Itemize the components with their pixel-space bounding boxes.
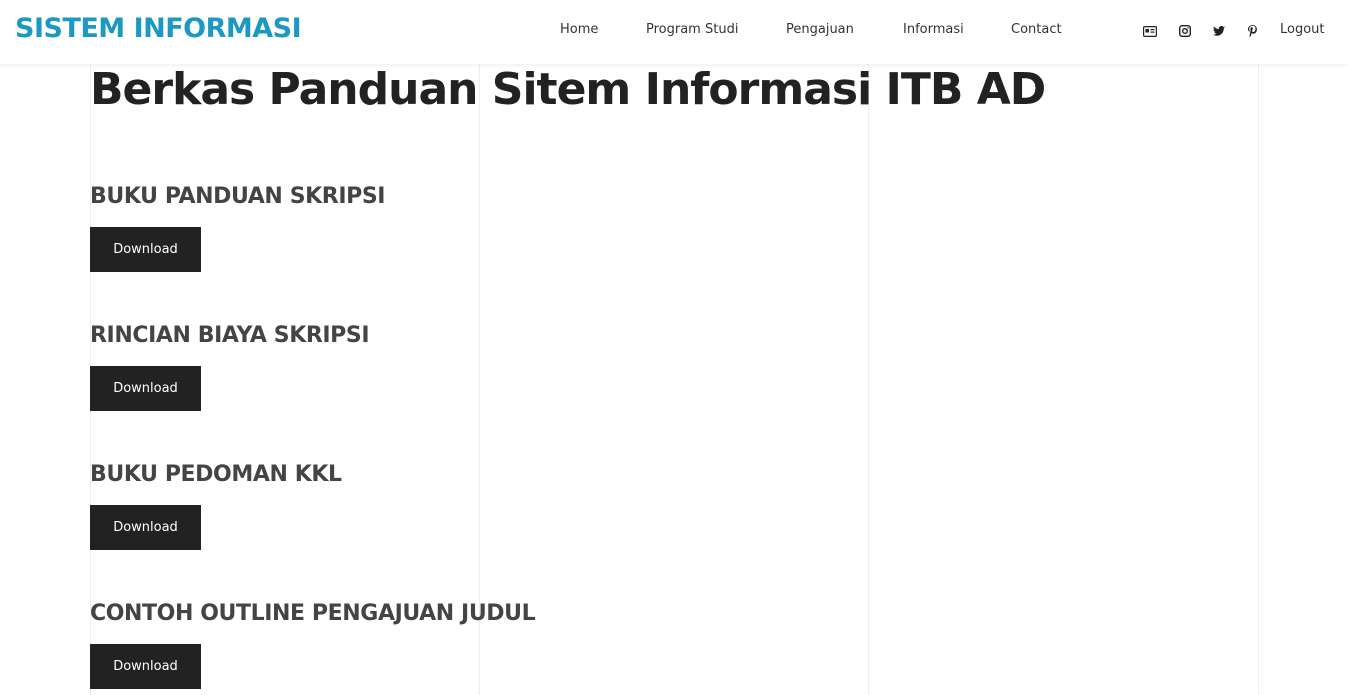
nav-informasi[interactable]: Informasi — [903, 22, 964, 37]
nav-home[interactable]: Home — [560, 22, 598, 37]
instagram-icon[interactable] — [1176, 22, 1194, 40]
section-title: BUKU PANDUAN SKRIPSI — [90, 184, 386, 209]
nav-pengajuan[interactable]: Pengajuan — [786, 22, 854, 37]
pinterest-icon[interactable] — [1243, 22, 1261, 40]
section-title: RINCIAN BIAYA SKRIPSI — [90, 323, 370, 348]
id-card-icon[interactable] — [1141, 22, 1159, 40]
section-contoh-outline-pengajuan-judul: CONTOH OUTLINE PENGAJUAN JUDUL Download — [90, 599, 536, 689]
section-title: CONTOH OUTLINE PENGAJUAN JUDUL — [90, 601, 536, 626]
download-button[interactable]: Download — [90, 366, 201, 411]
download-button[interactable]: Download — [90, 644, 201, 689]
nav-contact[interactable]: Contact — [1011, 22, 1062, 37]
main-content: Berkas Panduan Sitem Informasi ITB AD BU… — [90, 60, 1260, 689]
download-button[interactable]: Download — [90, 505, 201, 550]
twitter-icon[interactable] — [1210, 22, 1228, 40]
download-button[interactable]: Download — [90, 227, 201, 272]
section-rincian-biaya-skripsi: RINCIAN BIAYA SKRIPSI Download — [90, 321, 370, 411]
top-navbar: SISTEM INFORMASI Home Program Studi Peng… — [0, 0, 1348, 64]
nav-program-studi[interactable]: Program Studi — [646, 22, 738, 37]
grid-line — [1258, 64, 1259, 695]
section-buku-panduan-skripsi: BUKU PANDUAN SKRIPSI Download — [90, 182, 386, 272]
brand-logo[interactable]: SISTEM INFORMASI — [15, 13, 302, 44]
grid-line — [868, 64, 869, 695]
logout-link[interactable]: Logout — [1280, 22, 1325, 37]
section-title: BUKU PEDOMAN KKL — [90, 462, 342, 487]
page-title: Berkas Panduan Sitem Informasi ITB AD — [90, 64, 1046, 115]
section-buku-pedoman-kkl: BUKU PEDOMAN KKL Download — [90, 460, 342, 550]
